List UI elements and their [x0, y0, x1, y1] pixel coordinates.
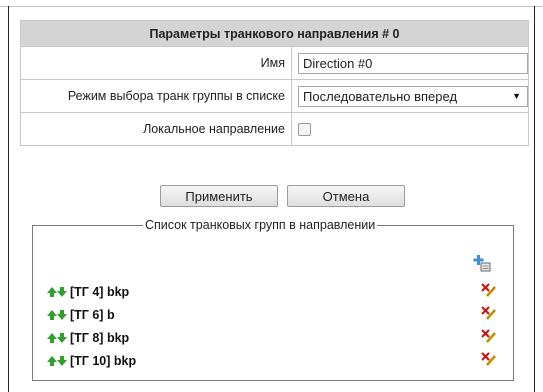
trunk-groups-list: Список транковых групп в направлении [ТГ… [32, 218, 514, 381]
arrow-down-icon[interactable] [57, 286, 67, 297]
arrow-down-icon[interactable] [57, 355, 67, 366]
apply-button[interactable]: Применить [160, 185, 278, 207]
arrow-up-icon[interactable] [47, 355, 57, 366]
mode-label: Режим выбора транк группы в списке [20, 79, 292, 113]
arrow-up-icon[interactable] [47, 286, 57, 297]
list-item: [ТГ 8] bkp [47, 326, 503, 349]
trunk-group-label[interactable]: [ТГ 10] bkp [70, 354, 136, 368]
panel-title: Параметры транкового направления # 0 [20, 20, 529, 47]
trunk-group-label[interactable]: [ТГ 8] bkp [70, 331, 129, 345]
mode-select-value: Последовательно вперед [303, 88, 458, 104]
chevron-down-icon: ▼ [512, 91, 521, 101]
left-border [8, 6, 9, 392]
name-label: Имя [20, 46, 292, 80]
delete-edit-icon[interactable] [481, 351, 497, 370]
trunk-group-label[interactable]: [ТГ 6] b [70, 308, 115, 322]
local-direction-label: Локальное направление [20, 112, 292, 146]
top-border [0, 0, 543, 7]
delete-edit-icon[interactable] [481, 305, 497, 324]
trunk-group-label[interactable]: [ТГ 4] bkp [70, 285, 129, 299]
name-input[interactable] [298, 52, 528, 74]
trunk-direction-params: Параметры транкового направления # 0 Имя… [20, 20, 529, 146]
mode-select[interactable]: Последовательно вперед ▼ [298, 85, 528, 107]
delete-edit-icon[interactable] [481, 282, 497, 301]
list-item: [ТГ 6] b [47, 303, 503, 326]
trunk-group-items: [ТГ 4] bkp [ТГ 6] b [ТГ 8] bkp [ТГ 10] b… [47, 280, 503, 372]
list-item: [ТГ 4] bkp [47, 280, 503, 303]
cancel-button[interactable]: Отмена [287, 185, 405, 207]
add-icon[interactable] [473, 254, 491, 275]
arrow-up-icon[interactable] [47, 309, 57, 320]
arrow-up-icon[interactable] [47, 332, 57, 343]
delete-edit-icon[interactable] [481, 328, 497, 347]
local-direction-checkbox[interactable] [298, 123, 311, 137]
trunk-groups-legend: Список транковых групп в направлении [145, 218, 376, 232]
right-border [534, 6, 535, 392]
arrow-down-icon[interactable] [57, 332, 67, 343]
arrow-down-icon[interactable] [57, 309, 67, 320]
list-item: [ТГ 10] bkp [47, 349, 503, 372]
